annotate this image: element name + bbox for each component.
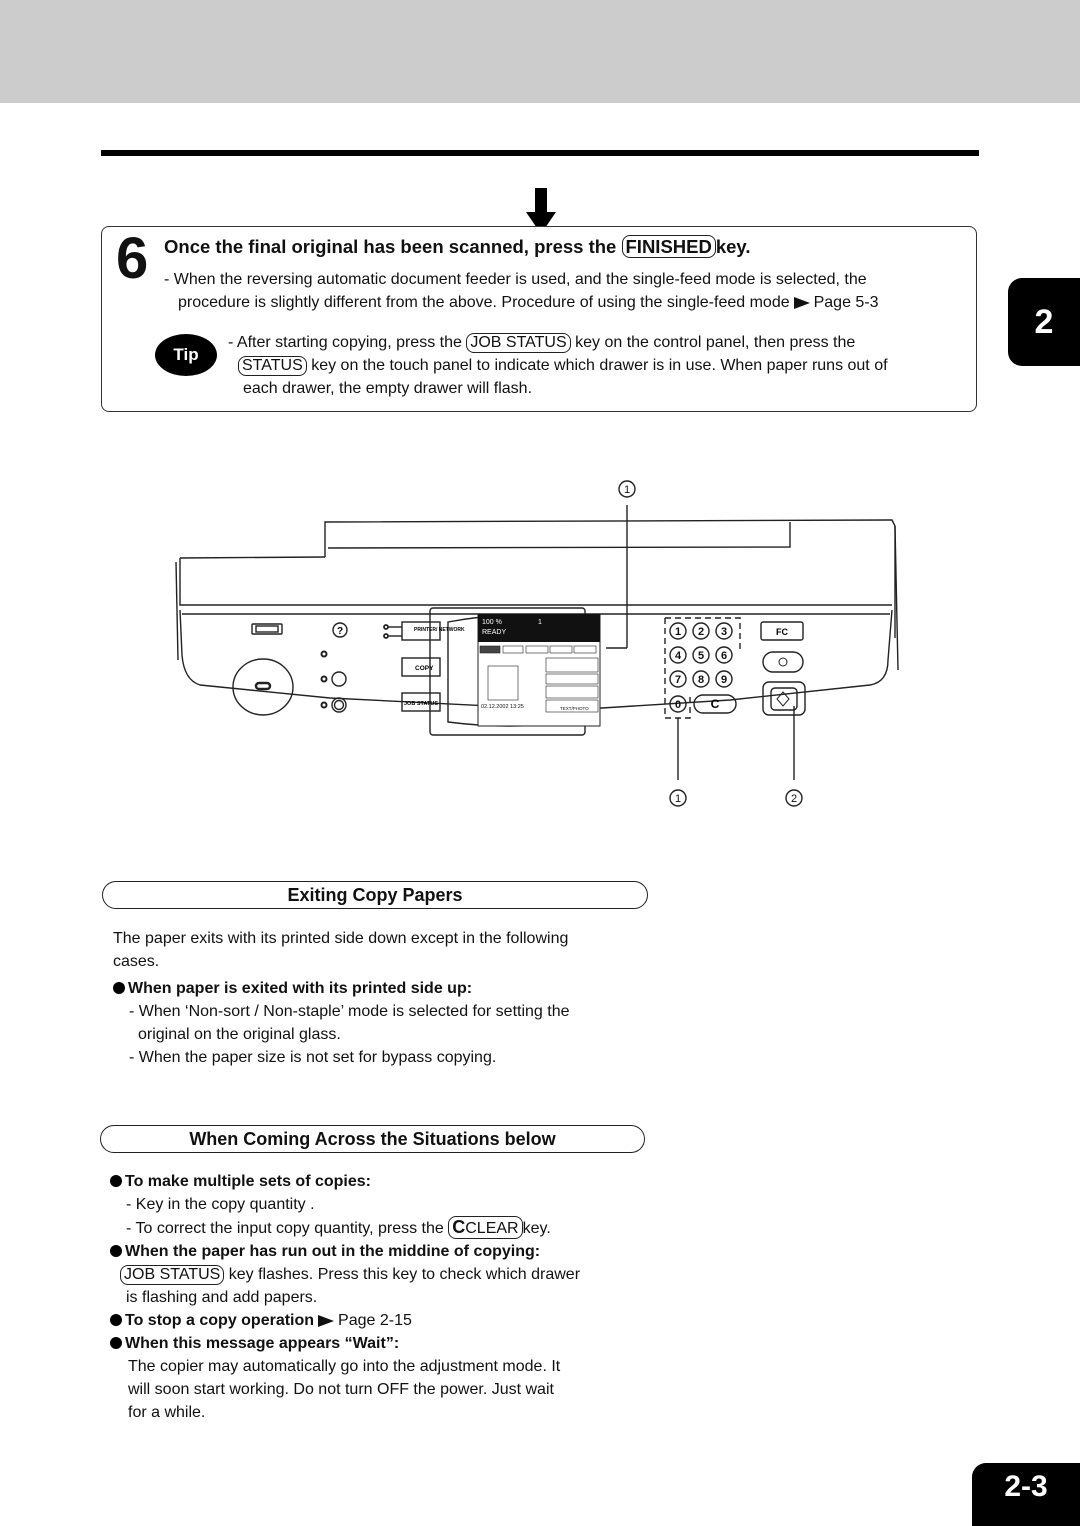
list-item: JOB STATUS key flashes. Press this key t… xyxy=(110,1263,655,1286)
exiting-content: The paper exits with its printed side do… xyxy=(113,927,653,1069)
bullet-text: When paper is exited with its printed si… xyxy=(128,980,473,997)
bullet-icon xyxy=(110,1175,122,1187)
stop-icon xyxy=(778,657,788,667)
scanner-cover xyxy=(324,519,896,638)
step-body: - When the reversing automatic document … xyxy=(164,268,974,314)
exiting-intro: The paper exits with its printed side do… xyxy=(113,930,569,947)
screen-status: READY xyxy=(482,629,506,636)
list-item-text: key flashes. Press this key to check whi… xyxy=(228,1266,581,1283)
exiting-intro-2: cases. xyxy=(113,953,160,970)
tip-line2-text: key on the touch panel to indicate which… xyxy=(311,357,888,374)
bullet-heading: When the paper has run out in the middin… xyxy=(110,1240,655,1263)
help-button: ? xyxy=(337,626,343,637)
list-item: - Key in the copy quantity . xyxy=(126,1196,315,1213)
callout-2-bottom: 2 xyxy=(791,793,797,805)
bullet-heading: When paper is exited with its printed si… xyxy=(113,977,653,1000)
list-item: - To correct the input copy quantity, pr… xyxy=(110,1216,655,1240)
bullet-heading: When this message appears “Wait”: xyxy=(110,1332,655,1355)
top-rule xyxy=(101,150,979,156)
step-title-end: key. xyxy=(715,236,751,257)
keypad-key: 8 xyxy=(698,674,704,686)
list-item-cont: is flashing and add papers. xyxy=(126,1289,318,1306)
step-body-line1: - When the reversing automatic document … xyxy=(164,271,867,288)
screen-copies: 1 xyxy=(538,619,542,626)
keypad-key: 1 xyxy=(675,626,681,638)
paragraph-line: for a while. xyxy=(128,1404,206,1421)
step-body-line2: procedure is slightly different from the… xyxy=(164,291,974,314)
bullet-heading: To stop a copy operation Page 2-15 xyxy=(110,1309,655,1332)
step-title-text: Once the final original has been scanned… xyxy=(164,236,617,257)
tip-line1-text: - After starting copying, press the xyxy=(228,334,462,351)
tip-text: - After starting copying, press the JOB … xyxy=(228,331,973,400)
section-header-situations: When Coming Across the Situations below xyxy=(100,1125,645,1153)
page-number-tab: 2-3 xyxy=(972,1463,1080,1526)
clear-key: CCLEAR xyxy=(448,1216,523,1240)
list-item-cont: original on the original glass. xyxy=(138,1026,341,1043)
job-status-key: JOB STATUS xyxy=(466,333,571,354)
tip-line1-end: key on the control panel, then press the xyxy=(575,334,856,351)
fc-button: FC xyxy=(776,627,788,637)
page-reference-link[interactable]: Page 5-3 xyxy=(814,294,879,311)
bullet-text: When this message appears “Wait”: xyxy=(125,1335,400,1352)
situations-content: To make multiple sets of copies: - Key i… xyxy=(110,1170,655,1424)
keypad-key: 0 xyxy=(675,699,681,711)
bullet-icon xyxy=(110,1314,122,1326)
printer-network-button: PRINTER/ NETWORK xyxy=(414,627,465,633)
clear-key-c: C xyxy=(452,1217,466,1237)
page-reference-link[interactable]: Page 2-15 xyxy=(338,1312,412,1329)
keypad-key: 2 xyxy=(698,626,704,638)
header-band xyxy=(0,0,1080,103)
tip-line3: each drawer, the empty drawer will flash… xyxy=(243,380,533,397)
bullet-text: To make multiple sets of copies: xyxy=(125,1173,371,1190)
keypad-key: 6 xyxy=(721,650,727,662)
keypad-key: 4 xyxy=(675,650,682,662)
arrow-right-icon xyxy=(318,1314,335,1327)
list-item-end: key. xyxy=(522,1220,551,1237)
callout-1-top: 1 xyxy=(624,484,630,496)
bullet-icon xyxy=(110,1245,122,1257)
keypad-key: 5 xyxy=(698,650,704,662)
bullet-text: To stop a copy operation xyxy=(125,1312,315,1329)
callout-1-bottom: 1 xyxy=(675,793,681,805)
step-number: 6 xyxy=(116,226,149,291)
list-item: - When ‘Non-sort / Non-staple’ mode is s… xyxy=(129,1003,570,1020)
copy-button: COPY xyxy=(415,665,434,672)
keypad-key: 7 xyxy=(675,674,681,686)
tip-badge: Tip xyxy=(155,334,217,376)
clear-button: C xyxy=(711,697,720,711)
bullet-heading: To make multiple sets of copies: xyxy=(110,1170,655,1193)
bullet-icon xyxy=(110,1337,122,1349)
control-panel-diagram: 100 % 1 READY 02.12.2002 13:25 TEXT/PHOT… xyxy=(175,480,899,807)
chapter-tab: 2 xyxy=(1008,278,1080,366)
bullet-icon xyxy=(113,982,125,994)
list-item: - When the paper size is not set for byp… xyxy=(129,1049,497,1066)
step-body-line2-text: procedure is slightly different from the… xyxy=(178,294,790,311)
paragraph-line: The copier may automatically go into the… xyxy=(128,1358,561,1375)
job-status-key: JOB STATUS xyxy=(120,1265,225,1286)
screen-zoom: 100 % xyxy=(482,619,502,626)
screen-mode: TEXT/PHOTO xyxy=(560,706,589,711)
keypad-key: 3 xyxy=(721,626,727,638)
paragraph-line: will soon start working. Do not turn OFF… xyxy=(128,1381,554,1398)
section-header-exiting: Exiting Copy Papers xyxy=(102,881,648,909)
screen-datetime: 02.12.2002 13:25 xyxy=(481,704,524,710)
list-item-text: - To correct the input copy quantity, pr… xyxy=(126,1220,444,1237)
job-status-button: JOB STATUS xyxy=(404,701,438,707)
keypad-key: 9 xyxy=(721,674,727,686)
clear-key-label: CLEAR xyxy=(465,1220,519,1237)
bullet-text: When the paper has run out in the middin… xyxy=(125,1243,541,1260)
step-title: Once the final original has been scanned… xyxy=(164,235,751,259)
arrow-right-icon xyxy=(793,296,810,309)
tip-line2: STATUS key on the touch panel to indicat… xyxy=(228,354,973,377)
finished-key: FINISHED xyxy=(621,235,716,259)
tip-line1: - After starting copying, press the JOB … xyxy=(228,331,973,354)
status-key: STATUS xyxy=(238,356,307,377)
